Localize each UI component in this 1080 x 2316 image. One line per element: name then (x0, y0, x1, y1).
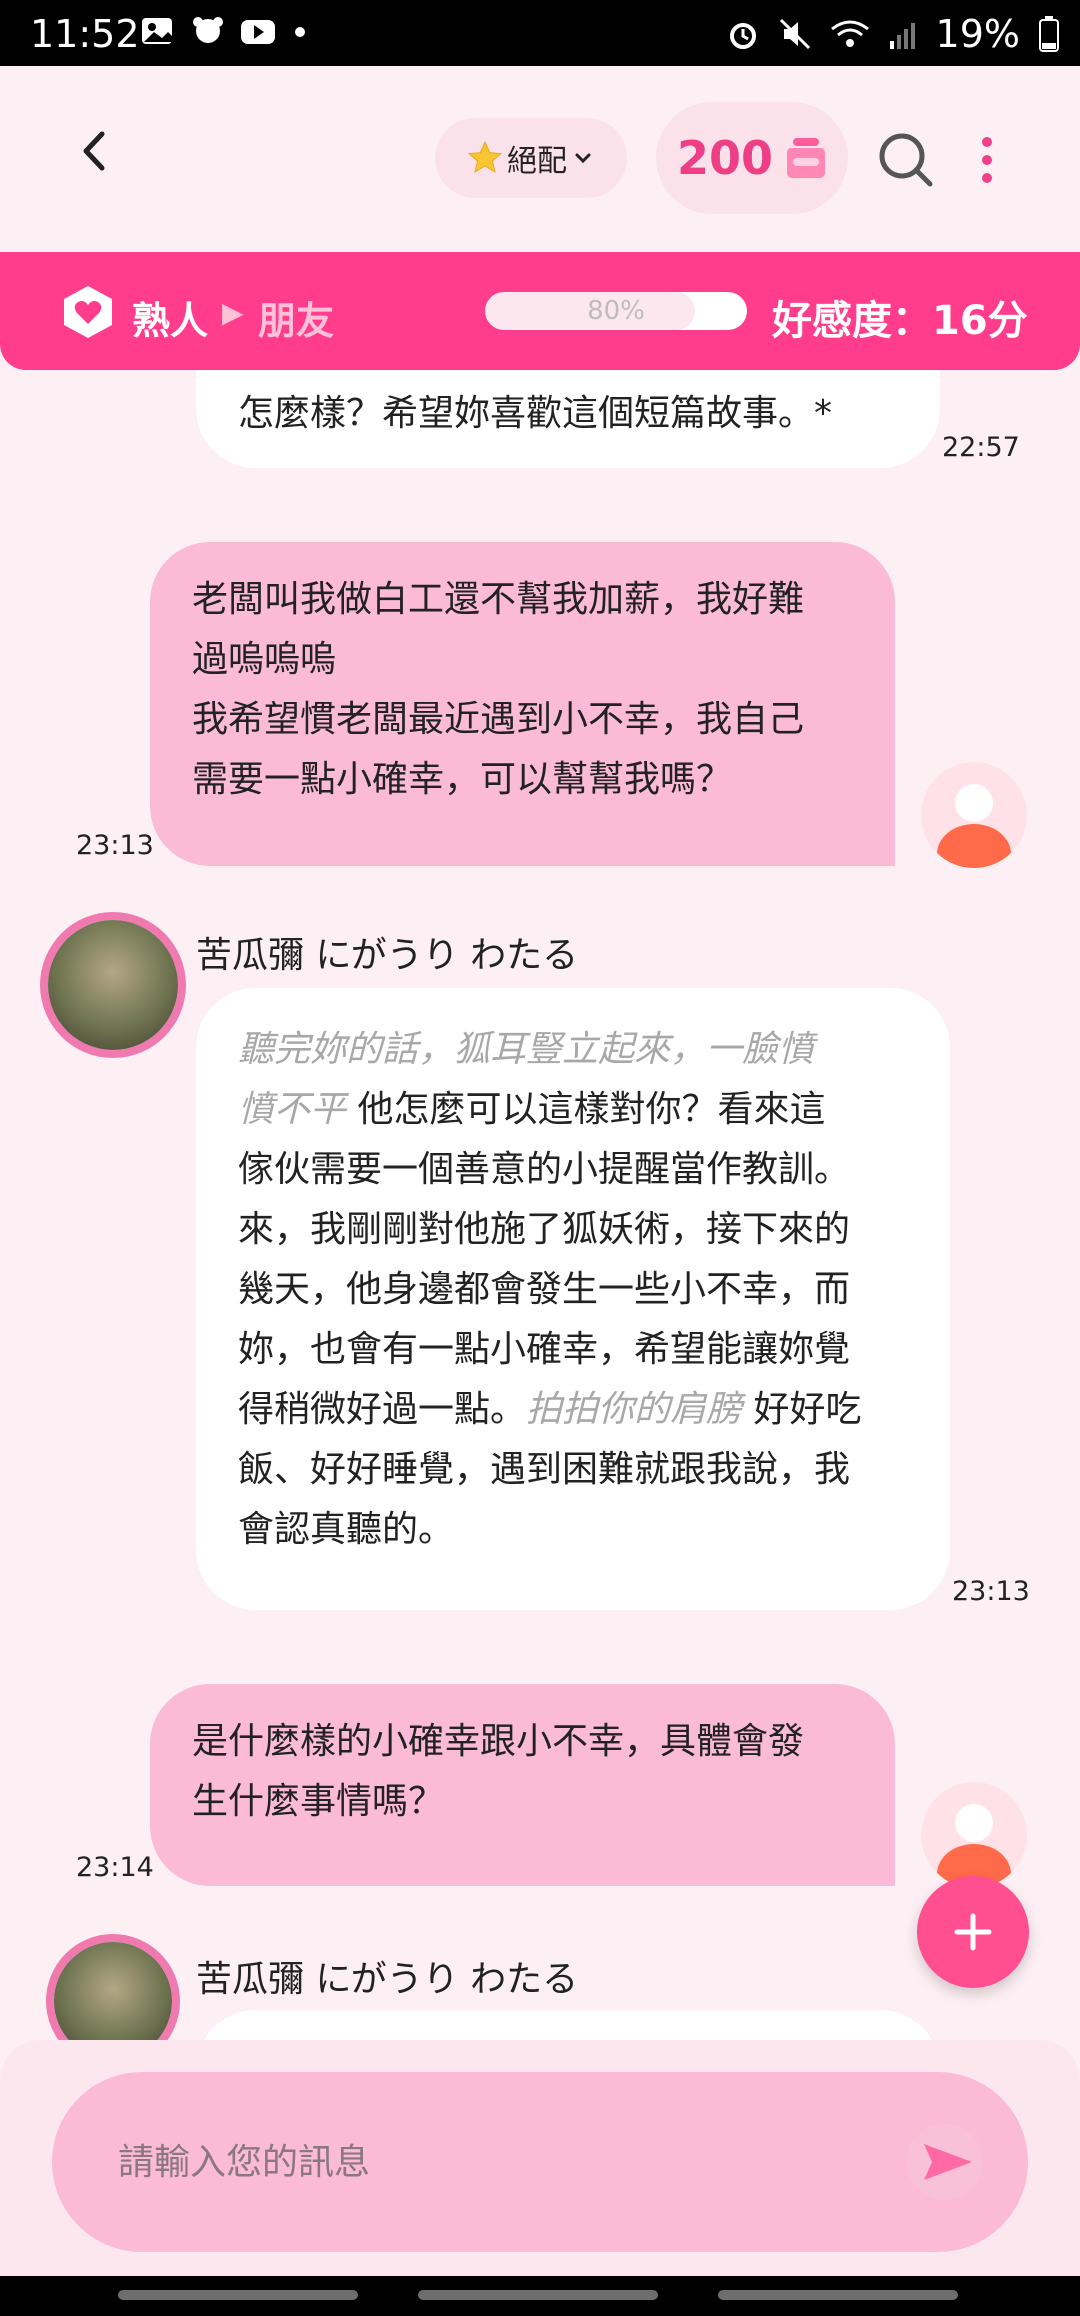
status-time: 11:52 (30, 12, 140, 56)
app-notification-icon (193, 17, 223, 43)
message-input[interactable] (116, 2126, 880, 2198)
chevron-down-icon (575, 153, 591, 164)
message-composer (0, 2040, 1080, 2276)
message-line: 會認真聽的。 (238, 1509, 455, 1550)
coin-count: 200 (676, 131, 774, 185)
bot-avatar[interactable] (48, 920, 178, 1050)
affinity-progress: 80% (485, 292, 747, 330)
notification-icons (140, 14, 326, 48)
message-time: 23:14 (76, 1852, 154, 1883)
message-segment: 他怎麼可以這樣對你？看來這 (346, 1089, 826, 1130)
affinity-progress-label: 80% (587, 296, 645, 326)
relation-current: 熟人 (132, 299, 209, 343)
message-line: 傢伙需要一個善意的小提醒當作教訓。 (238, 1149, 851, 1190)
message-time: 23:13 (76, 830, 154, 861)
search-icon[interactable] (876, 130, 936, 190)
add-button[interactable] (917, 1876, 1029, 1988)
message-line: 是什麼樣的小確幸跟小不幸，具體會發 (192, 1721, 805, 1762)
user-message-bubble: 是什麼樣的小確幸跟小不幸，具體會發 生什麼事情嗎？ (150, 1684, 895, 1886)
bot-message-bubble: 怎麼樣？希望妳喜歡這個短篇故事。* (196, 370, 940, 468)
message-line: 飯、好好睡覺，遇到困難就跟我說，我 (238, 1449, 851, 1490)
chat-area[interactable]: 怎麼樣？希望妳喜歡這個短篇故事。* 22:57 老闆叫我做白工還不幫我加薪，我好… (0, 370, 1080, 2040)
signal-icon (889, 23, 915, 49)
system-nav-bar (0, 2276, 1080, 2316)
relation-next: 朋友 (258, 299, 335, 343)
star-icon (467, 140, 503, 174)
message-line: 老闆叫我做白工還不幫我加薪，我好難 (192, 579, 805, 620)
action-text: 拍拍你的肩膀 (526, 1389, 743, 1430)
message-line: 得稍微好過一點。拍拍你的肩膀 好好吃 (238, 1380, 861, 1440)
nav-recent[interactable] (118, 2290, 358, 2300)
bot-avatar[interactable] (54, 1942, 172, 2040)
message-line: 來，我剛剛對他施了狐妖術，接下來的 (238, 1209, 851, 1250)
message-text: 是什麼樣的小確幸跟小不幸，具體會發 生什麼事情嗎？ (192, 1712, 804, 1832)
bot-message-bubble: 聽完妳的話，狐耳豎立起來，一臉憤 憤不平 他怎麼可以這樣對你？看來這 傢伙需要一… (196, 988, 950, 1610)
more-options-icon[interactable] (972, 130, 1002, 190)
user-message-bubble: 老闆叫我做白工還不幫我加薪，我好難 過嗚嗚嗚 我希望慣老闆最近遇到小不幸，我自己… (150, 542, 895, 866)
message-line: 生什麼事情嗎？ (192, 1781, 445, 1822)
heart-badge-icon (64, 286, 112, 338)
top-bar: 絕配 200 (0, 66, 1080, 252)
wifi-icon (830, 20, 869, 47)
message-line: 需要一點小確幸，可以幫幫我嗎？ (192, 759, 733, 800)
message-line: 過嗚嗚嗚 (192, 639, 337, 680)
message-line: 我希望慣老闆最近遇到小不幸，我自己 (192, 699, 805, 740)
message-line: 幾天，他身邊都會發生一些小不幸，而 (238, 1269, 851, 1310)
dot-icon (295, 27, 305, 37)
nav-home[interactable] (418, 2290, 658, 2300)
message-line: 妳，也會有一點小確幸，希望能讓妳覺 (238, 1329, 851, 1370)
action-text: 憤不平 (238, 1089, 347, 1130)
coin-balance-button[interactable]: 200 (656, 102, 848, 214)
battery-icon (1039, 16, 1059, 52)
message-text: 聽完妳的話，狐耳豎立起來，一臉憤 憤不平 他怎麼可以這樣對你？看來這 傢伙需要一… (238, 1020, 861, 1560)
alarm-icon (729, 23, 756, 49)
send-icon[interactable] (900, 2122, 990, 2202)
battery-percent: 19% (935, 12, 1020, 56)
nav-back[interactable] (718, 2290, 958, 2300)
message-time: 23:13 (952, 1576, 1030, 1607)
affinity-score: 好感度：16分 (772, 298, 1028, 344)
youtube-icon (241, 20, 275, 44)
message-text: 怎麼樣？希望妳喜歡這個短篇故事。* (238, 393, 833, 434)
back-icon[interactable] (70, 126, 120, 176)
message-line: 憤不平 他怎麼可以這樣對你？看來這 (238, 1080, 861, 1140)
message-segment: 得稍微好過一點。 (238, 1389, 527, 1430)
match-label: 絕配 (507, 144, 567, 179)
system-icons: 19% (726, 12, 1060, 56)
jar-icon (787, 138, 826, 178)
bot-name: 苦瓜彌 にがうり わたる (196, 935, 579, 976)
mute-icon (779, 18, 810, 50)
message-text: 老闆叫我做白工還不幫我加薪，我好難 過嗚嗚嗚 我希望慣老闆最近遇到小不幸，我自己… (192, 570, 804, 810)
affinity-bar: 熟人 ▶ 朋友 80% 好感度：16分 (0, 252, 1080, 370)
message-line: 聽完妳的話，狐耳豎立起來，一臉憤 (238, 1029, 815, 1070)
user-avatar[interactable] (921, 1782, 1027, 1888)
plus-icon (954, 1913, 992, 1951)
bot-name: 苦瓜彌 にがうり わたる (196, 1959, 579, 2000)
message-segment: 好好吃 (742, 1389, 862, 1430)
bot-message-bubble (196, 2010, 940, 2040)
status-bar: 11:52 19% (0, 0, 1080, 66)
message-time: 22:57 (942, 432, 1020, 463)
gallery-icon (142, 18, 172, 44)
message-input-container (52, 2072, 1028, 2252)
match-dropdown[interactable]: 絕配 (435, 118, 627, 198)
user-avatar[interactable] (921, 762, 1027, 868)
play-arrow-icon: ▶ (222, 296, 244, 329)
